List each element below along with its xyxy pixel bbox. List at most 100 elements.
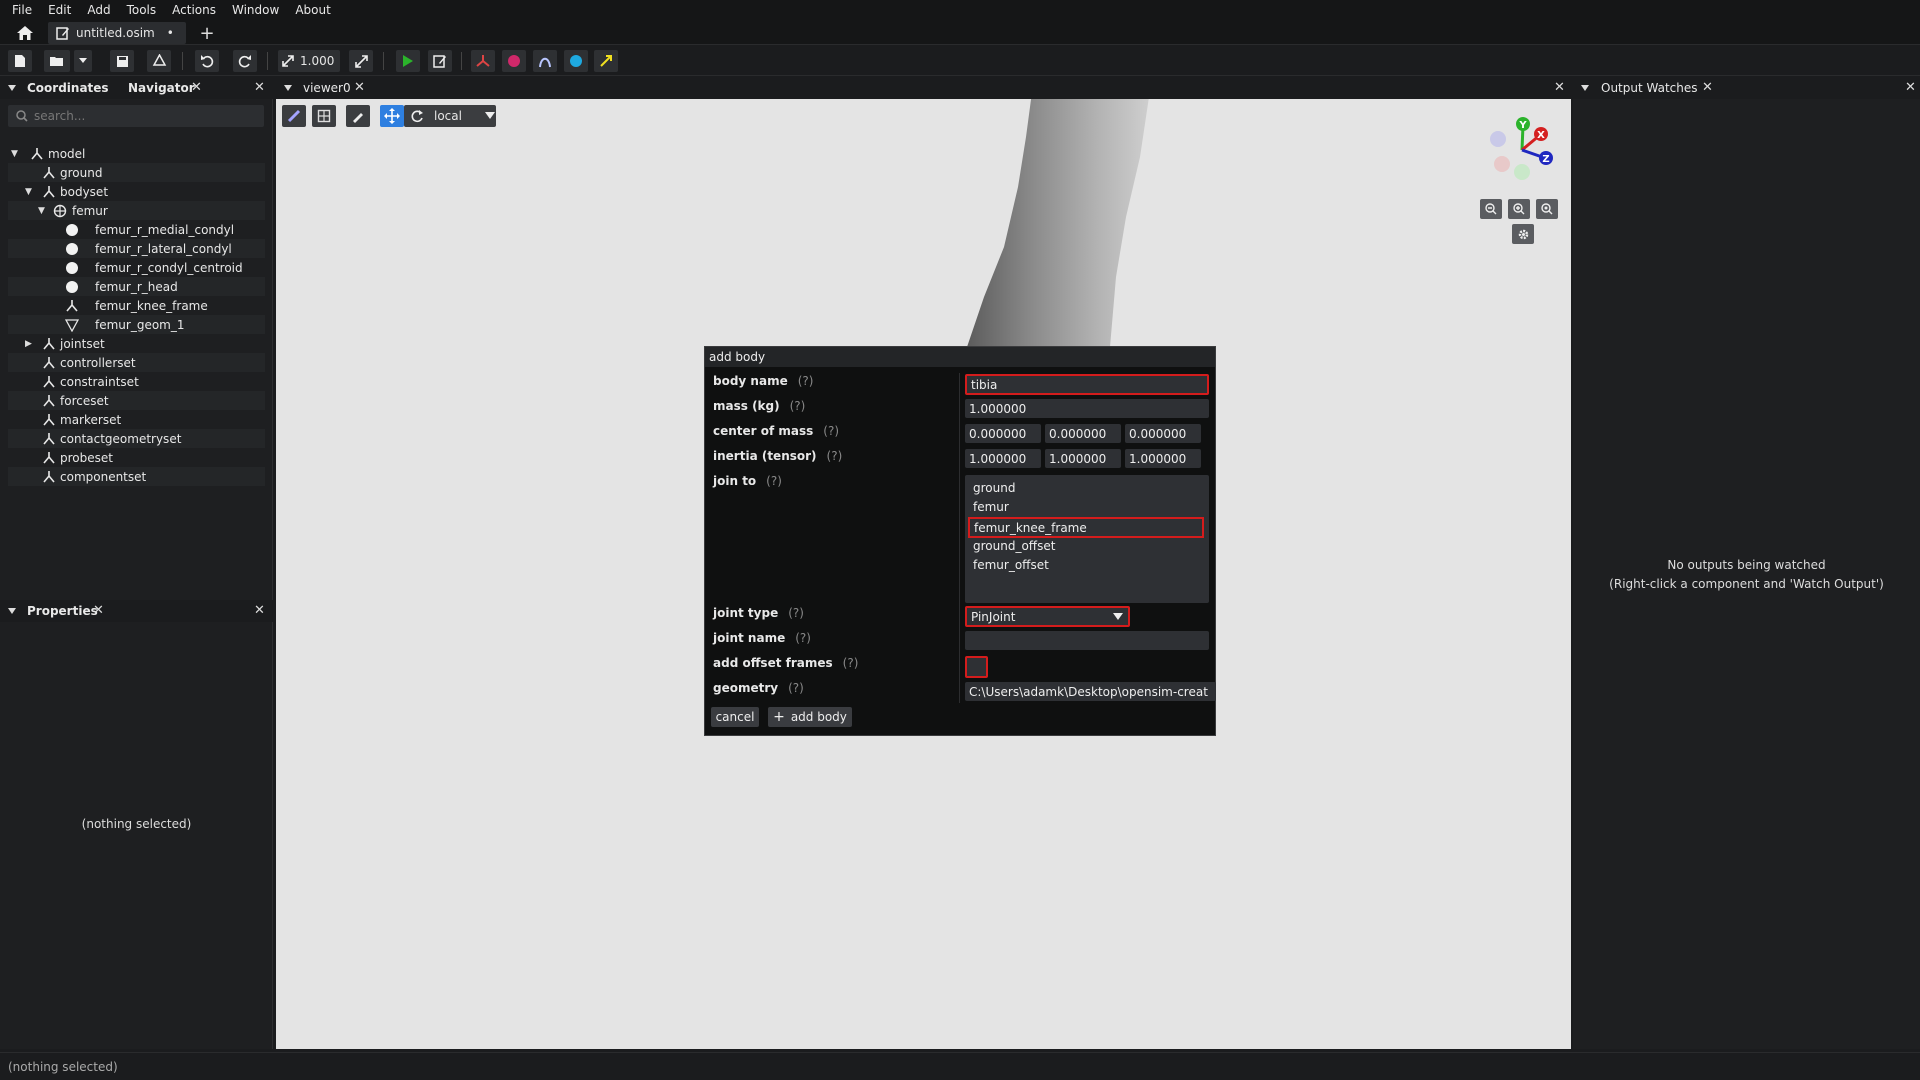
tab-untitled-osim[interactable]: untitled.osim • <box>48 22 186 44</box>
collapse-triangle-icon[interactable] <box>283 83 293 93</box>
zoom-in-button[interactable] <box>1508 199 1530 219</box>
close-navigator-tab-icon[interactable]: ✕ <box>191 80 202 95</box>
show-forces-toggle[interactable] <box>594 50 618 72</box>
join-option-femur-knee-frame[interactable]: femur_knee_frame <box>968 517 1204 538</box>
geometry-path-button[interactable]: C:\Users\adamk\Desktop\opensim-creat <box>965 682 1216 701</box>
help-marker[interactable]: (?) <box>843 656 859 670</box>
save-button[interactable] <box>110 50 134 72</box>
inertia-xx-input[interactable]: 1.000000 <box>965 449 1041 468</box>
close-properties-tab-icon[interactable]: ✕ <box>93 603 104 618</box>
menu-tools[interactable]: Tools <box>119 3 165 17</box>
tree-item-forceset[interactable]: forceset <box>8 391 265 410</box>
join-option-femur-offset[interactable]: femur_offset <box>973 558 1049 572</box>
help-marker[interactable]: (?) <box>790 399 806 413</box>
viewer-tab-title[interactable]: viewer0 <box>303 81 351 95</box>
help-marker[interactable]: (?) <box>823 424 839 438</box>
menu-window[interactable]: Window <box>224 3 287 17</box>
home-tab[interactable] <box>10 23 40 43</box>
tree-item-femur-r-condyl-centroid[interactable]: femur_r_condyl_centroid <box>8 258 265 277</box>
help-marker[interactable]: (?) <box>788 606 804 620</box>
help-marker[interactable]: (?) <box>827 449 843 463</box>
mass-input[interactable]: 1.000000 <box>965 399 1209 418</box>
coordinate-frame-dropdown[interactable]: local <box>404 105 496 127</box>
joint-name-input[interactable] <box>965 631 1209 650</box>
inertia-yy-input[interactable]: 1.000000 <box>1045 449 1121 468</box>
tree-item-femur-r-head[interactable]: femur_r_head <box>8 277 265 296</box>
show-contact-geometry-toggle[interactable] <box>564 50 588 72</box>
recent-files-dropdown[interactable] <box>74 50 92 72</box>
help-marker[interactable]: (?) <box>798 374 814 388</box>
close-viewer-icon[interactable]: ✕ <box>1554 80 1565 95</box>
com-z-input[interactable]: 0.000000 <box>1125 424 1201 443</box>
menu-add[interactable]: Add <box>79 3 118 17</box>
tree-item-jointset[interactable]: ▶ jointset <box>8 334 265 353</box>
show-frames-toggle[interactable] <box>471 50 495 72</box>
collapse-triangle-icon[interactable] <box>1580 83 1590 93</box>
ruler-tool-button[interactable] <box>282 105 306 127</box>
close-panel-icon[interactable]: ✕ <box>254 80 265 95</box>
viewer-settings-button[interactable] <box>1512 224 1534 244</box>
help-marker[interactable]: (?) <box>788 681 804 695</box>
collapse-triangle-icon[interactable] <box>7 83 17 93</box>
axes-gizmo[interactable]: Y X Z <box>1480 112 1560 192</box>
scene-settings-button[interactable] <box>312 105 336 127</box>
close-panel-icon[interactable]: ✕ <box>254 603 265 618</box>
join-to-list[interactable]: ground femur femur_knee_frame ground_off… <box>965 475 1209 603</box>
simulate-button[interactable] <box>396 50 420 72</box>
search-input[interactable]: search... <box>8 105 264 127</box>
new-file-button[interactable] <box>8 50 32 72</box>
tab-coordinates[interactable]: Coordinates <box>27 81 109 95</box>
help-marker[interactable]: (?) <box>795 631 811 645</box>
translate-gizmo-button[interactable] <box>380 105 404 127</box>
measure-button[interactable] <box>346 105 370 127</box>
tree-item-controllerset[interactable]: controllerset <box>8 353 265 372</box>
expanded-arrow-icon[interactable]: ▼ <box>25 187 32 197</box>
tree-item-componentset[interactable]: componentset <box>8 467 265 486</box>
tab-navigator[interactable]: Navigator <box>128 81 195 95</box>
menu-about[interactable]: About <box>287 3 338 17</box>
autofocus-button[interactable] <box>1536 199 1558 219</box>
help-marker[interactable]: (?) <box>766 474 782 488</box>
add-body-button[interactable]: + add body <box>768 707 852 727</box>
open-file-button[interactable] <box>44 50 70 72</box>
add-tab-button[interactable]: + <box>196 22 218 44</box>
redo-button[interactable] <box>233 50 257 72</box>
menu-file[interactable]: File <box>4 3 40 17</box>
body-name-input[interactable]: tibia <box>965 374 1209 395</box>
undo-button[interactable] <box>195 50 219 72</box>
inertia-zz-input[interactable]: 1.000000 <box>1125 449 1201 468</box>
menu-actions[interactable]: Actions <box>164 3 224 17</box>
tree-item-model[interactable]: ▼ model <box>8 144 265 163</box>
tree-item-femur[interactable]: ▼ femur <box>8 201 265 220</box>
tree-item-femur-r-medial-condyl[interactable]: femur_r_medial_condyl <box>8 220 265 239</box>
show-markers-toggle[interactable] <box>502 50 526 72</box>
add-offset-frames-checkbox[interactable] <box>965 656 988 678</box>
collapsed-arrow-icon[interactable]: ▶ <box>25 339 32 349</box>
cancel-button[interactable]: cancel <box>711 707 759 727</box>
join-option-ground-offset[interactable]: ground_offset <box>973 539 1055 553</box>
scale-factor-control[interactable]: 1.000 <box>278 50 340 72</box>
autoscale-button[interactable] <box>349 50 373 72</box>
tree-item-contactgeometryset[interactable]: contactgeometryset <box>8 429 265 448</box>
reload-button[interactable] <box>147 50 171 72</box>
edit-sim-settings-button[interactable] <box>428 50 452 72</box>
tree-item-femur-geom-1[interactable]: femur_geom_1 <box>8 315 265 334</box>
tree-item-markerset[interactable]: markerset <box>8 410 265 429</box>
join-option-femur[interactable]: femur <box>973 500 1009 514</box>
tree-item-probeset[interactable]: probeset <box>8 448 265 467</box>
expanded-arrow-icon[interactable]: ▼ <box>38 206 45 216</box>
menu-edit[interactable]: Edit <box>40 3 79 17</box>
tree-item-ground[interactable]: ground <box>8 163 265 182</box>
com-x-input[interactable]: 0.000000 <box>965 424 1041 443</box>
join-option-ground[interactable]: ground <box>973 481 1015 495</box>
tree-item-constraintset[interactable]: constraintset <box>8 372 265 391</box>
joint-type-dropdown[interactable]: PinJoint <box>965 606 1130 627</box>
zoom-out-button[interactable] <box>1480 199 1502 219</box>
tree-item-femur-r-lateral-condyl[interactable]: femur_r_lateral_condyl <box>8 239 265 258</box>
close-viewer-tab-icon[interactable]: ✕ <box>354 80 365 95</box>
show-muscles-toggle[interactable] <box>533 50 557 72</box>
tree-item-femur-knee-frame[interactable]: femur_knee_frame <box>8 296 265 315</box>
tree-item-bodyset[interactable]: ▼ bodyset <box>8 182 265 201</box>
close-output-watches-tab-icon[interactable]: ✕ <box>1702 80 1713 95</box>
close-panel-icon[interactable]: ✕ <box>1905 80 1916 95</box>
